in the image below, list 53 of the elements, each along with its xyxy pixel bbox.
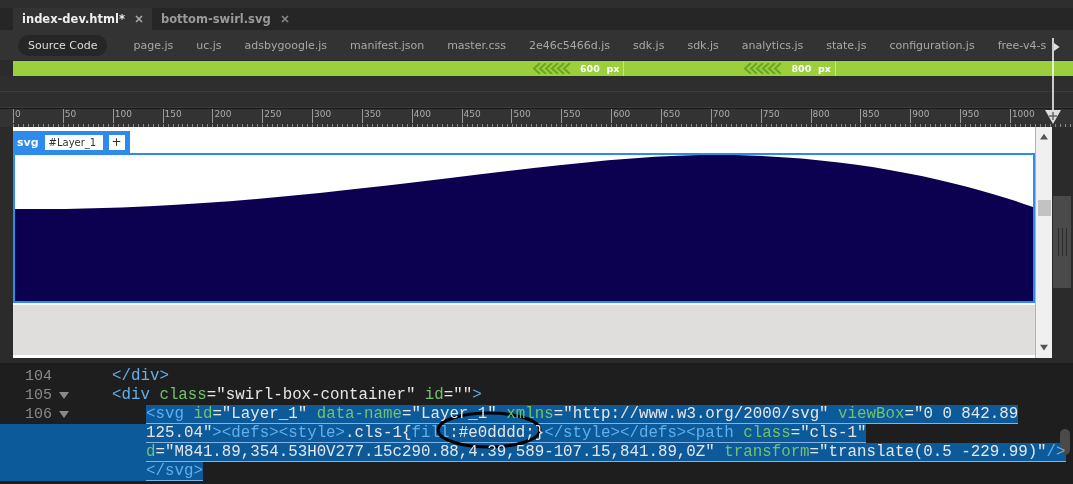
related-file-tab[interactable]: sdk.js <box>687 38 719 52</box>
related-file-tab[interactable]: page.js <box>133 38 174 52</box>
related-file-tab[interactable]: manifest.json <box>350 38 425 52</box>
line-number: 104 <box>24 368 52 385</box>
element-tag: svg <box>17 135 39 149</box>
close-icon[interactable] <box>280 15 289 23</box>
code-line: <div class="swirl-box-container" id=""> <box>112 386 482 405</box>
add-selector-button[interactable]: + <box>108 134 125 150</box>
ruler-label: 100 <box>112 109 163 123</box>
ruler-label: 400 <box>411 109 462 123</box>
ruler-label: 850 <box>860 109 911 123</box>
fold-arrow-icon[interactable] <box>58 410 69 419</box>
ruler-label: 250 <box>262 109 313 123</box>
ruler-label: 350 <box>361 109 412 123</box>
close-icon[interactable] <box>134 15 143 23</box>
ruler-label: 50 <box>62 109 113 123</box>
ruler-label: 650 <box>660 109 711 123</box>
ruler-label: 200 <box>212 109 263 123</box>
selector-field[interactable]: #Layer_1 <box>44 134 103 150</box>
ruler-label: 300 <box>312 109 362 123</box>
related-file-tab[interactable]: 2e46c5466d.js <box>528 38 611 52</box>
related-file-tab[interactable]: configuration.js <box>889 38 975 52</box>
breakpoint-marker[interactable] <box>1045 38 1061 126</box>
source-code-button[interactable]: Source Code <box>18 34 108 56</box>
document-tab[interactable]: index-dev.html* <box>13 8 152 30</box>
fold-arrow-icon[interactable] <box>58 391 69 400</box>
ruler-label: 450 <box>461 109 512 123</box>
scrollbar-thumb[interactable] <box>1053 196 1071 288</box>
related-file-tab[interactable]: sdk.js <box>633 38 665 52</box>
related-file-tab[interactable]: analytics.js <box>741 38 804 52</box>
related-file-tab[interactable]: adsbygoogle.js <box>244 38 327 52</box>
scrollbar[interactable] <box>1035 127 1052 358</box>
document-tab[interactable]: bottom-swirl.svg <box>151 8 298 30</box>
ruler-label: 950 <box>960 109 1010 123</box>
scroll-up-icon[interactable] <box>1040 133 1048 141</box>
line-number: 106 <box>24 406 52 423</box>
scrollbar-thumb[interactable] <box>1038 200 1051 216</box>
code-line: </div> <box>112 367 169 386</box>
related-file-tab[interactable]: uc.js <box>196 38 222 52</box>
ruler-label: 900 <box>910 109 961 123</box>
ruler-label: 150 <box>162 109 213 123</box>
scroll-down-icon[interactable] <box>1040 344 1048 352</box>
line-number: 105 <box>24 387 52 404</box>
related-file-tab[interactable]: free-v4-s <box>997 38 1047 52</box>
ruler-label: 750 <box>760 109 811 123</box>
ruler-label: 0 <box>13 109 63 123</box>
ruler-label: 700 <box>710 109 761 123</box>
ruler-label: 500 <box>511 109 562 123</box>
related-file-tab[interactable]: state.js <box>826 38 867 52</box>
related-file-tab[interactable]: master.css <box>447 38 506 52</box>
ruler-label: 550 <box>561 109 612 123</box>
ruler-label: 600 <box>611 109 661 123</box>
ruler-label: 800 <box>810 109 861 123</box>
